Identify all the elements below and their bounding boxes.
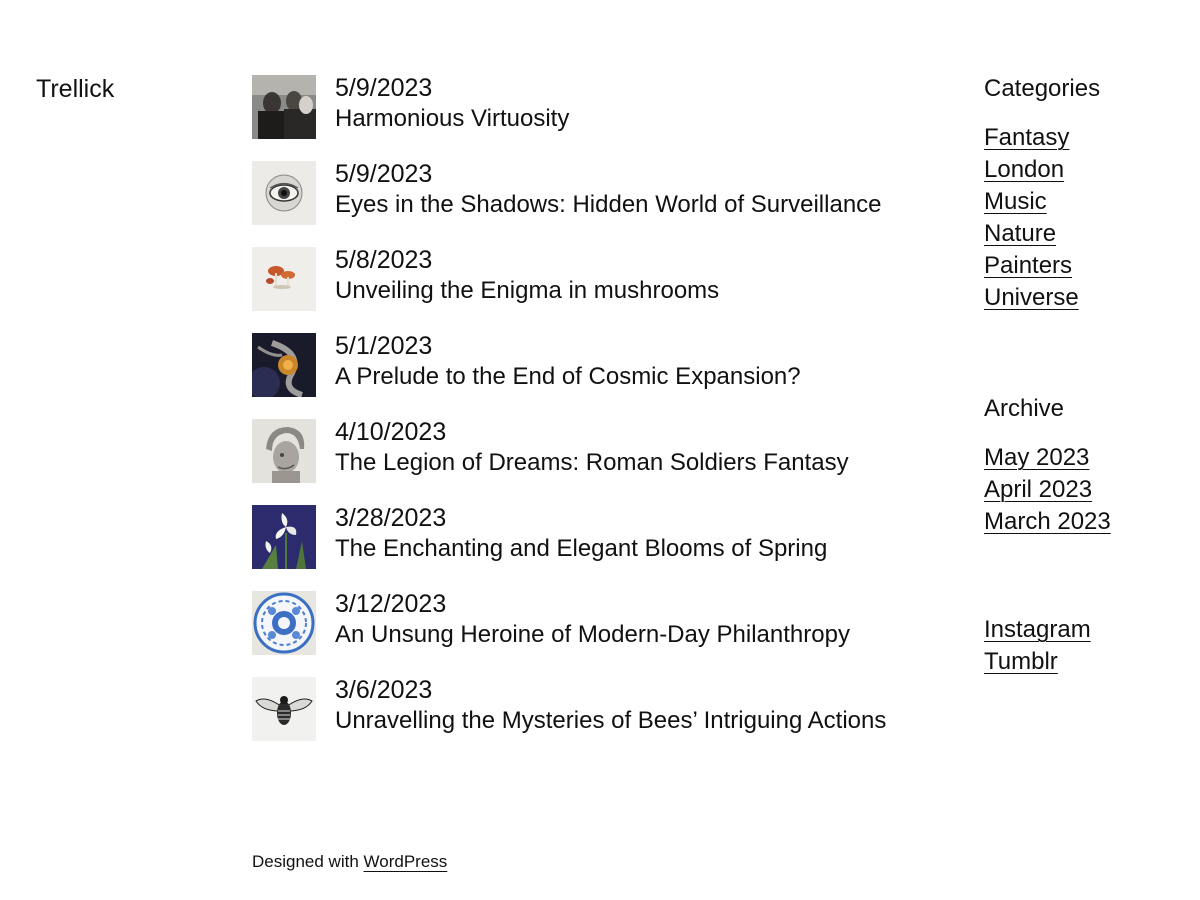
post-date: 3/12/2023 bbox=[335, 590, 447, 618]
post-date: 3/28/2023 bbox=[335, 504, 447, 532]
footer-wordpress-link[interactable]: WordPress bbox=[364, 852, 448, 871]
post-thumbnail[interactable] bbox=[252, 161, 316, 225]
post-thumbnail[interactable] bbox=[252, 505, 316, 569]
categories-heading: Categories bbox=[984, 75, 1101, 102]
social-link-tumblr[interactable]: Tumblr bbox=[984, 648, 1058, 675]
post-item[interactable]: 5/8/2023 Unveiling the Enigma in mushroo… bbox=[252, 246, 952, 311]
post-title-link[interactable]: Harmonious Virtuosity bbox=[335, 102, 569, 136]
category-link-fantasy[interactable]: Fantasy bbox=[984, 124, 1069, 151]
post-title-link[interactable]: Unveiling the Enigma in mushrooms bbox=[335, 274, 719, 308]
archive-link-march-2023[interactable]: March 2023 bbox=[984, 508, 1111, 535]
post-thumbnail[interactable] bbox=[252, 75, 316, 139]
post-date: 4/10/2023 bbox=[335, 418, 447, 446]
post-date: 3/6/2023 bbox=[335, 676, 433, 704]
archive-widget: Archive May 2023 April 2023 March 2023 bbox=[984, 394, 1184, 538]
post-title-link[interactable]: The Legion of Dreams: Roman Soldiers Fan… bbox=[335, 446, 849, 480]
archive-heading: Archive bbox=[984, 395, 1065, 422]
archive-link-may-2023[interactable]: May 2023 bbox=[984, 444, 1089, 471]
category-link-painters[interactable]: Painters bbox=[984, 252, 1072, 279]
post-item[interactable]: 5/9/2023 Eyes in the Shadows: Hidden Wor… bbox=[252, 160, 952, 225]
post-title-link[interactable]: An Unsung Heroine of Modern-Day Philanth… bbox=[335, 618, 850, 652]
footer-credit-text: Designed with bbox=[252, 852, 359, 871]
post-thumbnail[interactable] bbox=[252, 247, 316, 311]
post-date: 5/8/2023 bbox=[335, 246, 433, 274]
post-list: 5/9/2023 Harmonious Virtuosity 5/9/2023 … bbox=[252, 74, 952, 763]
social-links-widget: Instagram Tumblr bbox=[984, 614, 1184, 678]
sidebar: Categories Fantasy London Music Nature P… bbox=[984, 74, 1184, 678]
category-link-music[interactable]: Music bbox=[984, 188, 1047, 215]
site-title[interactable]: Trellick bbox=[36, 74, 114, 104]
post-item[interactable]: 5/9/2023 Harmonious Virtuosity bbox=[252, 74, 952, 139]
category-link-nature[interactable]: Nature bbox=[984, 220, 1056, 247]
post-thumbnail[interactable] bbox=[252, 333, 316, 397]
post-title-link[interactable]: The Enchanting and Elegant Blooms of Spr… bbox=[335, 532, 827, 566]
post-item[interactable]: 3/6/2023 Unravelling the Mysteries of Be… bbox=[252, 676, 952, 741]
post-title-link[interactable]: Eyes in the Shadows: Hidden World of Sur… bbox=[335, 188, 882, 222]
post-item[interactable]: 4/10/2023 The Legion of Dreams: Roman So… bbox=[252, 418, 952, 483]
post-title-link[interactable]: A Prelude to the End of Cosmic Expansion… bbox=[335, 360, 801, 394]
categories-widget: Categories Fantasy London Music Nature P… bbox=[984, 74, 1184, 314]
post-date: 5/9/2023 bbox=[335, 160, 433, 188]
post-thumbnail[interactable] bbox=[252, 677, 316, 741]
post-item[interactable]: 3/28/2023 The Enchanting and Elegant Blo… bbox=[252, 504, 952, 569]
category-link-universe[interactable]: Universe bbox=[984, 284, 1079, 311]
post-item[interactable]: 5/1/2023 A Prelude to the End of Cosmic … bbox=[252, 332, 952, 397]
site-footer: Designed with WordPress bbox=[252, 851, 447, 873]
social-link-instagram[interactable]: Instagram bbox=[984, 616, 1091, 643]
post-thumbnail[interactable] bbox=[252, 419, 316, 483]
archive-link-april-2023[interactable]: April 2023 bbox=[984, 476, 1092, 503]
post-item[interactable]: 3/12/2023 An Unsung Heroine of Modern-Da… bbox=[252, 590, 952, 655]
post-date: 5/1/2023 bbox=[335, 332, 433, 360]
category-link-london[interactable]: London bbox=[984, 156, 1064, 183]
post-title-link[interactable]: Unravelling the Mysteries of Bees’ Intri… bbox=[335, 704, 886, 738]
post-date: 5/9/2023 bbox=[335, 74, 433, 102]
post-thumbnail[interactable] bbox=[252, 591, 316, 655]
